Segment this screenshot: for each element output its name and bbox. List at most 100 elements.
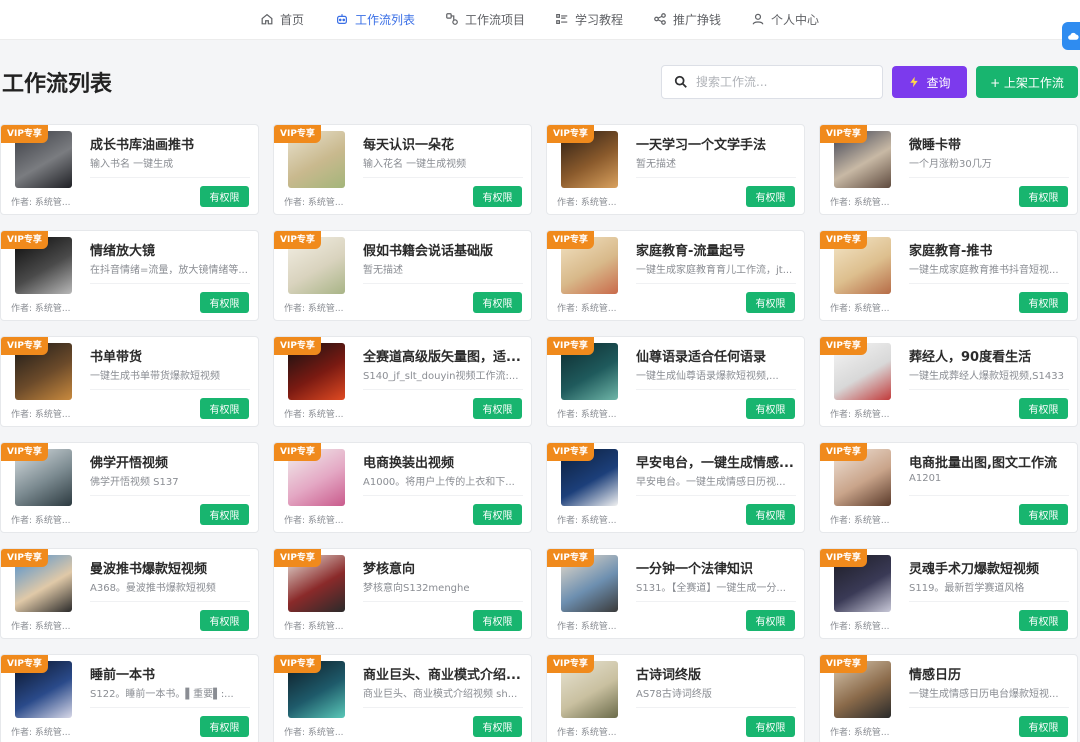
card-title[interactable]: 每天认识一朵花 [363, 134, 523, 153]
permission-button[interactable]: 有权限 [473, 186, 522, 207]
workflow-card[interactable]: VIP专享 睡前一本书 S122。睡前一本书。▌重要▌:... 作者: 系统管.… [0, 654, 259, 742]
card-title[interactable]: 微睡卡带 [909, 134, 1069, 153]
workflow-card[interactable]: VIP专享 成长书库油画推书 输入书名 一键生成 作者: 系统管... 有权限 [0, 124, 259, 215]
card-title[interactable]: 仙尊语录适合任何语录 [636, 346, 796, 365]
card-title[interactable]: 电商批量出图,图文工作流 [909, 452, 1069, 471]
nav-item-profile[interactable]: 个人中心 [751, 0, 819, 38]
card-divider [636, 601, 796, 602]
permission-button[interactable]: 有权限 [1019, 398, 1068, 419]
permission-button[interactable]: 有权限 [1019, 186, 1068, 207]
query-button[interactable]: 查询 [892, 66, 967, 98]
card-title[interactable]: 睡前一本书 [90, 664, 250, 683]
workflow-card[interactable]: VIP专享 一分钟一个法律知识 S131。【全赛道】一键生成一分... 作者: … [546, 548, 805, 639]
workflow-card[interactable]: VIP专享 电商换装出视频 A1000。将用户上传的上衣和下... 作者: 系统… [273, 442, 532, 533]
card-title[interactable]: 成长书库油画推书 [90, 134, 250, 153]
permission-button[interactable]: 有权限 [1019, 292, 1068, 313]
permission-button[interactable]: 有权限 [473, 292, 522, 313]
card-title[interactable]: 葬经人，90度看生活 [909, 346, 1069, 365]
card-title[interactable]: 全赛道高级版矢量图，适... [363, 346, 523, 365]
card-divider [90, 601, 250, 602]
cloud-icon [1068, 32, 1079, 40]
workflow-card[interactable]: VIP专享 葬经人，90度看生活 一键生成葬经人爆款短视频,S1433 作者: … [819, 336, 1078, 427]
workflow-card[interactable]: VIP专享 一天学习一个文学手法 暂无描述 作者: 系统管... 有权限 [546, 124, 805, 215]
workflow-card[interactable]: VIP专享 微睡卡带 一个月涨粉30几万 作者: 系统管... 有权限 [819, 124, 1078, 215]
workflow-card[interactable]: VIP专享 家庭教育-流量起号 一键生成家庭教育育儿工作流，jt... 作者: … [546, 230, 805, 321]
card-title[interactable]: 佛学开悟视频 [90, 452, 250, 471]
card-title[interactable]: 一分钟一个法律知识 [636, 558, 796, 577]
card-title[interactable]: 家庭教育-推书 [909, 240, 1069, 259]
workflow-card[interactable]: VIP专享 电商批量出图,图文工作流 A1201 作者: 系统管... 有权限 [819, 442, 1078, 533]
workflow-card[interactable]: VIP专享 灵魂手术刀爆款短视频 S119。最新哲学赛道风格 作者: 系统管..… [819, 548, 1078, 639]
permission-button[interactable]: 有权限 [746, 292, 795, 313]
vip-badge: VIP专享 [274, 337, 321, 355]
permission-button[interactable]: 有权限 [473, 610, 522, 631]
vip-badge: VIP专享 [820, 125, 867, 143]
permission-button[interactable]: 有权限 [1019, 610, 1068, 631]
workflow-card[interactable]: VIP专享 商业巨头、商业模式介绍... 商业巨头、商业模式介绍视频 sh...… [273, 654, 532, 742]
card-title[interactable]: 古诗词终版 [636, 664, 796, 683]
permission-button[interactable]: 有权限 [1019, 716, 1068, 737]
nav-item-workflow-list[interactable]: 工作流列表 [335, 0, 415, 38]
permission-button[interactable]: 有权限 [746, 504, 795, 525]
card-title[interactable]: 灵魂手术刀爆款短视频 [909, 558, 1069, 577]
card-author: 作者: 系统管... [557, 728, 617, 738]
permission-button[interactable]: 有权限 [200, 716, 249, 737]
permission-button[interactable]: 有权限 [746, 398, 795, 419]
workflow-card[interactable]: VIP专享 仙尊语录适合任何语录 一键生成仙尊语录爆款短视频,... 作者: 系… [546, 336, 805, 427]
card-author: 作者: 系统管... [11, 516, 71, 526]
publish-workflow-button[interactable]: + 上架工作流 [976, 66, 1078, 98]
card-title[interactable]: 情感日历 [909, 664, 1069, 683]
card-divider [909, 707, 1069, 708]
permission-button[interactable]: 有权限 [473, 504, 522, 525]
workflow-card[interactable]: VIP专享 全赛道高级版矢量图，适... S140_jf_slt_douyin视… [273, 336, 532, 427]
workflow-card[interactable]: VIP专享 每天认识一朵花 输入花名 一键生成视频 作者: 系统管... 有权限 [273, 124, 532, 215]
permission-button[interactable]: 有权限 [200, 610, 249, 631]
card-title[interactable]: 曼波推书爆款短视频 [90, 558, 250, 577]
card-title[interactable]: 电商换装出视频 [363, 452, 523, 471]
workflow-card[interactable]: VIP专享 假如书籍会说话基础版 暂无描述 作者: 系统管... 有权限 [273, 230, 532, 321]
workflow-card[interactable]: VIP专享 情绪放大镜 在抖音情绪=流量，放大镜情绪等... 作者: 系统管..… [0, 230, 259, 321]
query-label: 查询 [926, 75, 951, 90]
card-title[interactable]: 家庭教育-流量起号 [636, 240, 796, 259]
permission-button[interactable]: 有权限 [200, 292, 249, 313]
permission-button[interactable]: 有权限 [473, 716, 522, 737]
card-title[interactable]: 梦核意向 [363, 558, 523, 577]
card-title[interactable]: 假如书籍会说话基础版 [363, 240, 523, 259]
vip-badge: VIP专享 [820, 443, 867, 461]
workflow-card[interactable]: VIP专享 佛学开悟视频 佛学开悟视频 S137 作者: 系统管... 有权限 [0, 442, 259, 533]
card-divider [636, 389, 796, 390]
card-title[interactable]: 情绪放大镜 [90, 240, 250, 259]
permission-button[interactable]: 有权限 [200, 186, 249, 207]
permission-button[interactable]: 有权限 [746, 186, 795, 207]
permission-button[interactable]: 有权限 [746, 610, 795, 631]
permission-button[interactable]: 有权限 [473, 398, 522, 419]
vip-badge: VIP专享 [547, 337, 594, 355]
search-box[interactable] [661, 65, 883, 99]
workflow-card[interactable]: VIP专享 书单带货 一键生成书单带货爆款短视频 作者: 系统管... 有权限 [0, 336, 259, 427]
nav-item-tutorials[interactable]: 学习教程 [555, 0, 623, 38]
workflow-card[interactable]: VIP专享 古诗词终版 AS78古诗词终版 作者: 系统管... 有权限 [546, 654, 805, 742]
workflow-card[interactable]: VIP专享 梦核意向 梦核意向S132menghe 作者: 系统管... 有权限 [273, 548, 532, 639]
permission-button[interactable]: 有权限 [746, 716, 795, 737]
card-title[interactable]: 一天学习一个文学手法 [636, 134, 796, 153]
card-title[interactable]: 商业巨头、商业模式介绍... [363, 664, 523, 683]
robot-icon [337, 14, 347, 24]
vip-badge: VIP专享 [547, 655, 594, 673]
card-author: 作者: 系统管... [11, 304, 71, 314]
card-title[interactable]: 书单带货 [90, 346, 250, 365]
permission-button[interactable]: 有权限 [200, 398, 249, 419]
permission-button[interactable]: 有权限 [1019, 504, 1068, 525]
workflow-card[interactable]: VIP专享 曼波推书爆款短视频 A368。曼波推书爆款短视频 作者: 系统管..… [0, 548, 259, 639]
card-description: 暂无描述 [636, 159, 676, 170]
nav-item-promote[interactable]: 推广挣钱 [653, 0, 721, 38]
permission-button[interactable]: 有权限 [200, 504, 249, 525]
card-title[interactable]: 早安电台，一键生成情感... [636, 452, 796, 471]
search-input[interactable] [696, 75, 866, 89]
workflow-card[interactable]: VIP专享 家庭教育-推书 一键生成家庭教育推书抖音短视... 作者: 系统管.… [819, 230, 1078, 321]
workflow-card[interactable]: VIP专享 情感日历 一键生成情感日历电台爆款短视... 作者: 系统管... … [819, 654, 1078, 742]
nav-item-home[interactable]: 首页 [260, 0, 304, 38]
cloud-float-button[interactable] [1062, 22, 1080, 50]
card-description: AS78古诗词终版 [636, 689, 712, 700]
workflow-card[interactable]: VIP专享 早安电台，一键生成情感... 早安电台。一键生成情感日历视... 作… [546, 442, 805, 533]
nav-item-workflow-projects[interactable]: 工作流项目 [445, 0, 525, 38]
